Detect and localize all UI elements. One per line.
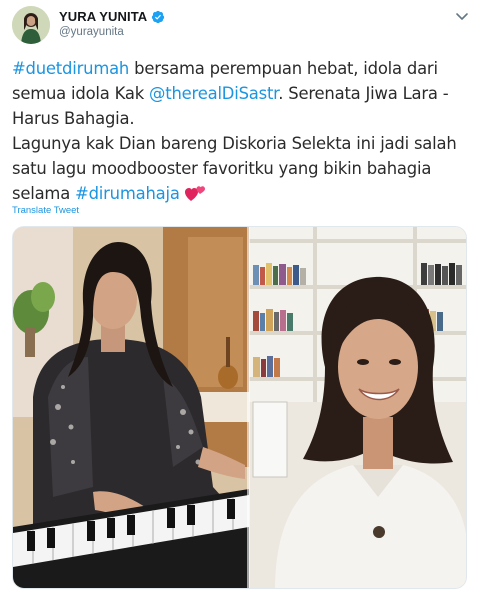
verified-badge-icon: [151, 10, 165, 24]
avatar[interactable]: [12, 6, 50, 44]
translate-tweet-link[interactable]: Translate Tweet: [12, 205, 79, 216]
hashtag-dirumahaja[interactable]: #dirumahaja: [75, 184, 180, 203]
hashtag-duetdirumah[interactable]: #duetdirumah: [12, 59, 129, 78]
tweet-card: YURA YUNITA @yurayunita #duetdirumah ber…: [0, 0, 486, 596]
right-video-panel: [249, 227, 466, 588]
left-video-panel: [13, 227, 249, 588]
author-name-row: YURA YUNITA: [59, 9, 165, 24]
display-name[interactable]: YURA YUNITA: [59, 9, 147, 24]
tweet-media-video[interactable]: [12, 226, 467, 589]
chevron-down-icon[interactable]: [454, 8, 470, 24]
two-hearts-icon: [184, 184, 207, 202]
author-handle[interactable]: @yurayunita: [59, 26, 124, 38]
mention-link[interactable]: @therealDiSastr: [149, 84, 278, 103]
tweet-text: #duetdirumah bersama perempuan hebat, id…: [12, 56, 474, 206]
